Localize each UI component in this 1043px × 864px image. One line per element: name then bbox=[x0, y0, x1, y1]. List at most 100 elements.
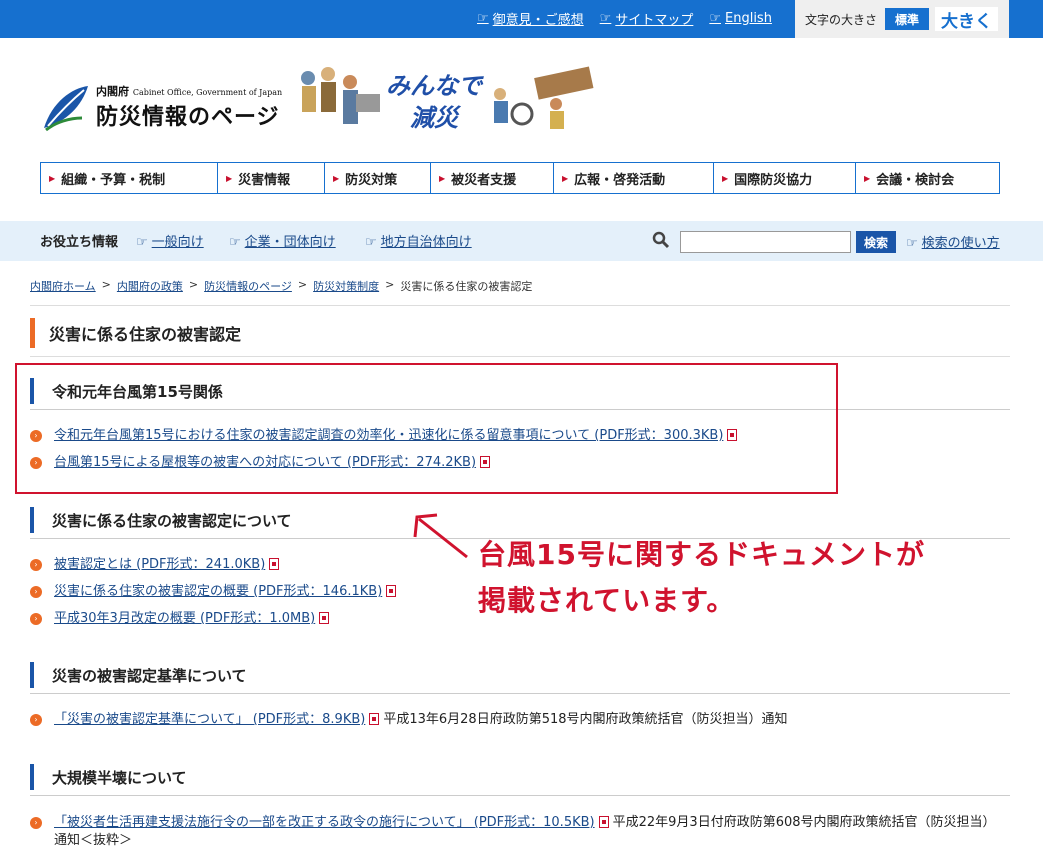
chevron-right-icon: › bbox=[30, 817, 42, 829]
section-title: 大規模半壊について bbox=[30, 764, 187, 790]
global-nav: ▶ 組織・予算・税制 ▶ 災害情報 ▶ 防災対策 ▶ 被災者支援 ▶ 広報・啓発活動 ▶ 国… bbox=[40, 162, 1000, 194]
english-link-label: English bbox=[725, 11, 772, 26]
nav-item-label: 組織・予算・税制 bbox=[61, 172, 166, 188]
nav-item-label: 広報・啓発活動 bbox=[574, 172, 666, 188]
breadcrumb-separator: > bbox=[188, 278, 199, 291]
document-link[interactable]: 「災害の被害認定基準について」 (PDF形式：8.9KB) bbox=[54, 712, 365, 727]
page-title: 災害に係る住家の被害認定 bbox=[30, 318, 241, 348]
english-link[interactable]: ☞ English bbox=[709, 9, 772, 28]
document-note: 平成13年6月28日府政防第518号内閣府政策統括官（防災担当）通知 bbox=[383, 712, 788, 727]
document-link[interactable]: 平成30年3月改定の概要 (PDF形式：1.0MB) bbox=[54, 611, 315, 626]
helper-link-general[interactable]: ☞ 一般向け bbox=[136, 231, 204, 250]
breadcrumb: 内閣府ホーム > 内閣府の政策 > 防災情報のページ > 防災対策制度 > 災害に係る住… bbox=[30, 278, 532, 294]
search-icon bbox=[652, 231, 670, 249]
pdf-icon bbox=[598, 816, 609, 828]
feedback-link[interactable]: ☞ 御意見・ご感想 bbox=[477, 9, 584, 28]
search-howto-link[interactable]: ☞ 検索の使い方 bbox=[906, 232, 1000, 251]
search-button[interactable]: 検索 bbox=[856, 231, 896, 253]
annotation-line1: 台風15号に関するドキュメントが bbox=[478, 538, 925, 571]
divider bbox=[30, 795, 1010, 796]
logo-main: 防災情報のページ bbox=[96, 105, 280, 130]
divider bbox=[30, 356, 1010, 357]
helper-link-label: 一般向け bbox=[151, 235, 204, 250]
pointing-hand-icon: ☞ bbox=[229, 235, 241, 250]
annotation-callout: 台風15号に関するドキュメントが 掲載されています。 bbox=[478, 532, 925, 624]
genzai-banner[interactable]: みんなで 減災 bbox=[294, 64, 598, 136]
nav-item-organization[interactable]: ▶ 組織・予算・税制 bbox=[41, 163, 218, 193]
pdf-icon bbox=[269, 558, 280, 570]
triangle-right-icon: ▶ bbox=[49, 173, 56, 183]
nav-item-prevention[interactable]: ▶ 防災対策 bbox=[325, 163, 431, 193]
logo-sub-en: Cabinet Office, Government of Japan bbox=[132, 88, 283, 97]
banner-text-line2: 減災 bbox=[410, 103, 458, 132]
triangle-right-icon: ▶ bbox=[722, 173, 729, 183]
helper-link-business[interactable]: ☞ 企業・団体向け bbox=[229, 231, 336, 250]
pdf-icon bbox=[369, 713, 380, 725]
sitemap-link[interactable]: ☞ サイトマップ bbox=[600, 9, 694, 28]
pointing-hand-icon: ☞ bbox=[906, 236, 918, 251]
font-size-label: 文字の大きさ bbox=[805, 12, 878, 27]
triangle-right-icon: ▶ bbox=[439, 173, 446, 183]
breadcrumb-system[interactable]: 防災対策制度 bbox=[313, 278, 379, 294]
pdf-icon bbox=[386, 585, 397, 597]
triangle-right-icon: ▶ bbox=[864, 173, 871, 183]
document-link[interactable]: 災害に係る住家の被害認定の概要 (PDF形式：146.1KB) bbox=[54, 584, 382, 599]
nav-item-label: 会議・検討会 bbox=[876, 172, 955, 188]
breadcrumb-home[interactable]: 内閣府ホーム bbox=[30, 278, 96, 294]
list-item: › 災害に係る住家の被害認定の概要 (PDF形式：146.1KB) bbox=[30, 583, 400, 601]
arrow-up-left-icon bbox=[413, 513, 468, 559]
chevron-right-icon: › bbox=[30, 613, 42, 625]
document-link[interactable]: 「被災者生活再建支援法施行令の一部を改正する政令の施行について」 (PDF形式：… bbox=[54, 815, 595, 830]
pointing-hand-icon: ☞ bbox=[365, 235, 377, 250]
font-large-button[interactable]: 大きく bbox=[935, 7, 999, 32]
search-input[interactable] bbox=[680, 231, 851, 253]
pointing-hand-icon: ☞ bbox=[599, 11, 612, 26]
triangle-right-icon: ▶ bbox=[226, 173, 233, 183]
nav-item-label: 国際防災協力 bbox=[734, 172, 813, 188]
section-title: 災害の被害認定基準について bbox=[30, 662, 247, 688]
annotation-line2: 掲載されています。 bbox=[478, 584, 736, 617]
pdf-icon bbox=[319, 612, 330, 624]
triangle-right-icon: ▶ bbox=[562, 173, 569, 183]
font-standard-button[interactable]: 標準 bbox=[885, 8, 930, 30]
breadcrumb-separator: > bbox=[101, 278, 111, 291]
breadcrumb-separator: > bbox=[297, 278, 308, 291]
feedback-link-label: 御意見・ご感想 bbox=[492, 13, 584, 28]
banner-text-line1: みんなで bbox=[386, 71, 482, 100]
search-howto-label: 検索の使い方 bbox=[921, 236, 1000, 251]
chevron-right-icon: › bbox=[30, 559, 42, 571]
list-item: › 被害認定とは (PDF形式：241.0KB) bbox=[30, 556, 283, 574]
leaf-logo-icon bbox=[44, 86, 88, 132]
chevron-right-icon: › bbox=[30, 714, 42, 726]
breadcrumb-separator: > bbox=[385, 278, 395, 291]
triangle-right-icon: ▶ bbox=[333, 173, 340, 183]
site-logo[interactable]: 内閣府 Cabinet Office, Government of Japan … bbox=[42, 82, 282, 132]
list-item: › 平成30年3月改定の概要 (PDF形式：1.0MB) bbox=[30, 610, 333, 628]
list-item: › 「被災者生活再建支援法施行令の一部を改正する政令の施行について」 (PDF形… bbox=[30, 814, 990, 850]
helper-link-label: 地方自治体向け bbox=[380, 235, 472, 250]
highlight-box bbox=[15, 363, 838, 494]
breadcrumb-policy[interactable]: 内閣府の政策 bbox=[117, 278, 183, 294]
logo-sub: 内閣府 bbox=[96, 85, 129, 98]
helper-link-local-gov[interactable]: ☞ 地方自治体向け bbox=[365, 231, 472, 250]
nav-item-pr[interactable]: ▶ 広報・啓発活動 bbox=[554, 163, 714, 193]
nav-item-label: 防災対策 bbox=[345, 172, 398, 188]
breadcrumb-current: 災害に係る住家の被害認定 bbox=[400, 280, 533, 293]
divider bbox=[30, 693, 1010, 694]
section-title: 災害に係る住家の被害認定について bbox=[30, 507, 292, 533]
pointing-hand-icon: ☞ bbox=[477, 11, 489, 26]
breadcrumb-bousai[interactable]: 防災情報のページ bbox=[204, 278, 292, 294]
nav-item-victim-support[interactable]: ▶ 被災者支援 bbox=[431, 163, 554, 193]
nav-item-international[interactable]: ▶ 国際防災協力 bbox=[714, 163, 856, 193]
list-item: › 「災害の被害認定基準について」 (PDF形式：8.9KB) 平成13年6月28… bbox=[30, 711, 990, 729]
chevron-right-icon: › bbox=[30, 586, 42, 598]
nav-item-meetings[interactable]: ▶ 会議・検討会 bbox=[856, 163, 999, 193]
helpful-info-title: お役立ち情報 bbox=[40, 235, 119, 250]
pointing-hand-icon: ☞ bbox=[709, 11, 721, 26]
document-link[interactable]: 被害認定とは (PDF形式：241.0KB) bbox=[54, 557, 265, 572]
nav-item-disaster-info[interactable]: ▶ 災害情報 bbox=[218, 163, 325, 193]
top-links: ☞ 御意見・ご感想 ☞ サイトマップ ☞ English bbox=[477, 9, 772, 28]
font-size-switcher: 文字の大きさ 標準 大きく bbox=[795, 0, 1009, 38]
helper-link-label: 企業・団体向け bbox=[244, 235, 336, 250]
divider bbox=[30, 305, 1010, 306]
